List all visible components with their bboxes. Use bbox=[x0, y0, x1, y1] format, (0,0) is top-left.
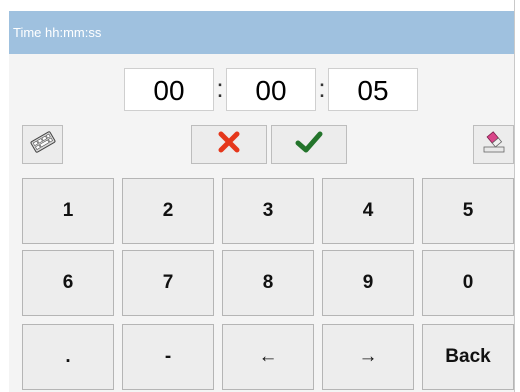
dialog-title: Time hh:mm:ss bbox=[9, 11, 514, 54]
key-1[interactable]: 1 bbox=[22, 178, 114, 244]
confirm-button[interactable] bbox=[271, 125, 347, 164]
key-5[interactable]: 5 bbox=[422, 178, 514, 244]
hours-minutes-separator: : bbox=[216, 73, 224, 103]
green-checkmark-icon bbox=[295, 130, 323, 159]
key-cursor-left[interactable]: ← bbox=[222, 324, 314, 390]
key-back[interactable]: Back bbox=[422, 324, 514, 390]
eraser-icon bbox=[480, 129, 508, 160]
minutes-seconds-separator: : bbox=[318, 73, 326, 103]
hours-field[interactable]: 00 bbox=[124, 68, 214, 111]
key-8[interactable]: 8 bbox=[222, 250, 314, 316]
key-7[interactable]: 7 bbox=[122, 250, 214, 316]
key-minus[interactable]: - bbox=[122, 324, 214, 390]
numeric-keypad-dialog: Time hh:mm:ss 00 : 00 : 05 1 2 3 4 5 6 7… bbox=[0, 0, 520, 392]
minutes-field[interactable]: 00 bbox=[226, 68, 316, 111]
clear-button[interactable] bbox=[473, 125, 514, 164]
key-cursor-right[interactable]: → bbox=[322, 324, 414, 390]
key-3[interactable]: 3 bbox=[222, 178, 314, 244]
keyboard-button[interactable] bbox=[22, 125, 63, 164]
key-9[interactable]: 9 bbox=[322, 250, 414, 316]
key-0[interactable]: 0 bbox=[422, 250, 514, 316]
key-dot[interactable]: . bbox=[22, 324, 114, 390]
red-x-icon bbox=[217, 130, 241, 159]
cancel-button[interactable] bbox=[191, 125, 267, 164]
key-6[interactable]: 6 bbox=[22, 250, 114, 316]
seconds-field[interactable]: 05 bbox=[328, 68, 418, 111]
keyboard-icon bbox=[29, 129, 57, 160]
key-2[interactable]: 2 bbox=[122, 178, 214, 244]
window-edge bbox=[514, 0, 520, 392]
key-4[interactable]: 4 bbox=[322, 178, 414, 244]
